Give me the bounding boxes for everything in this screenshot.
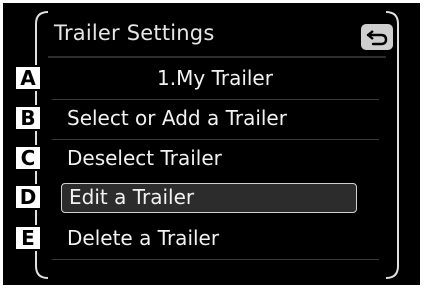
callout-marker: C xyxy=(14,145,42,171)
menu-item-label: Edit a Trailer xyxy=(69,185,195,209)
menu-item-my-trailer[interactable]: A 1.My Trailer xyxy=(14,61,406,95)
callout-marker: A xyxy=(14,65,42,91)
callout-marker: D xyxy=(14,184,42,210)
divider xyxy=(52,99,379,100)
menu-item-edit-trailer[interactable]: D Edit a Trailer xyxy=(14,180,406,214)
menu-item-delete-trailer[interactable]: E Delete a Trailer xyxy=(14,221,406,255)
menu-item-label: Deselect Trailer xyxy=(67,146,222,170)
back-arrow-icon xyxy=(366,30,388,46)
menu-item-deselect-trailer[interactable]: C Deselect Trailer xyxy=(14,141,406,175)
menu-item-label: Delete a Trailer xyxy=(67,226,220,250)
divider xyxy=(52,139,379,140)
menu-item-select-or-add-trailer[interactable]: B Select or Add a Trailer xyxy=(14,101,406,135)
page-title: Trailer Settings xyxy=(54,21,215,45)
menu-item-label: Select or Add a Trailer xyxy=(67,106,287,130)
callout-marker: B xyxy=(14,105,42,131)
display-screen: Trailer Settings A 1.My Trailer B Select… xyxy=(3,3,420,285)
callout-marker: E xyxy=(14,225,42,251)
menu-item-label: 1.My Trailer xyxy=(157,66,273,90)
divider xyxy=(52,259,379,260)
back-button[interactable] xyxy=(361,24,393,50)
